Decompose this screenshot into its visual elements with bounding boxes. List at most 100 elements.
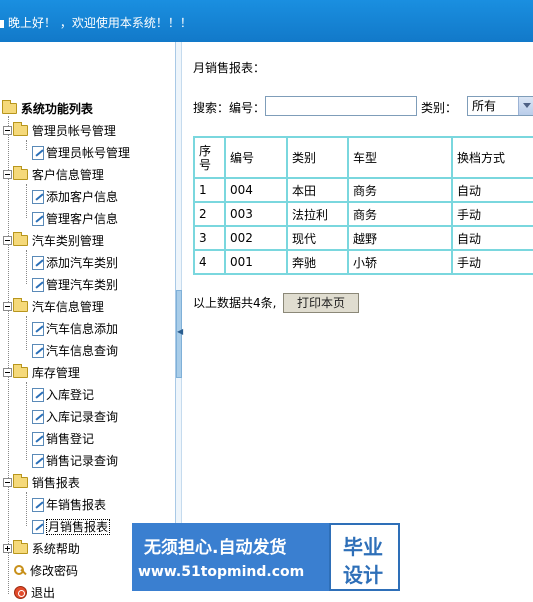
sidebar-toggle-handle[interactable]: ◀ bbox=[176, 290, 183, 378]
edit-icon bbox=[32, 388, 44, 402]
column-header-model: 车型 bbox=[347, 136, 453, 179]
tree-item-manage-customer[interactable]: 管理客户信息 bbox=[32, 210, 118, 228]
table-row: 3 002 现代 越野 自动 bbox=[193, 225, 533, 251]
tree-item-sales-query[interactable]: 销售记录查询 bbox=[32, 452, 118, 470]
tree-item-query-car-info[interactable]: 汽车信息查询 bbox=[32, 342, 118, 360]
tree-group-label: 汽车信息管理 bbox=[31, 300, 104, 314]
tree-item-logout[interactable]: 退出 bbox=[14, 584, 55, 602]
sidebar: 系统功能列表 管理员帐号管理 管理员帐号管理 客户信息管理 添加客户信息 管理客… bbox=[0, 42, 176, 600]
collapse-icon[interactable] bbox=[3, 478, 12, 487]
banner-marker-icon bbox=[0, 19, 4, 28]
type-label: 类别： bbox=[421, 101, 458, 115]
main-content: 月销售报表： 搜索： 编号： 类别： 所有 序号 编号 类别 车型 换档方式 1 bbox=[183, 42, 533, 591]
cell-code: 004 bbox=[224, 177, 288, 203]
tree-root-label: 系统功能列表 bbox=[20, 102, 93, 116]
tree-item-stock-in[interactable]: 入库登记 bbox=[32, 386, 94, 404]
tree-item-label: 月销售报表 bbox=[46, 519, 111, 535]
cell-seq: 1 bbox=[193, 177, 226, 203]
tree-item-label: 销售记录查询 bbox=[46, 454, 119, 468]
edit-icon bbox=[32, 410, 44, 424]
tree-group-customer[interactable]: 客户信息管理 bbox=[3, 166, 104, 184]
tree-item-manage-car-type[interactable]: 管理汽车类别 bbox=[32, 276, 118, 294]
welcome-text: 晚上好！ ，欢迎使用本系统！！！ bbox=[8, 16, 192, 30]
tree-item-label: 入库登记 bbox=[46, 388, 95, 402]
tree-item-label: 管理客户信息 bbox=[46, 212, 119, 226]
column-header-code: 编号 bbox=[224, 136, 288, 179]
tree-item-label: 汽车信息添加 bbox=[46, 322, 119, 336]
folder-icon bbox=[13, 474, 28, 488]
welcome-message: 晚上好！ ，欢迎使用本系统！！！ bbox=[0, 14, 192, 31]
tree-item-stock-in-query[interactable]: 入库记录查询 bbox=[32, 408, 118, 426]
print-page-button[interactable]: 打印本页 bbox=[283, 293, 359, 313]
folder-icon bbox=[13, 122, 28, 136]
monthly-sales-table: 序号 编号 类别 车型 换档方式 1 004 本田 商务 自动 2 003 法拉… bbox=[193, 136, 533, 275]
tree-item-label: 年销售报表 bbox=[46, 498, 107, 512]
edit-icon bbox=[32, 278, 44, 292]
code-search-input[interactable] bbox=[265, 96, 417, 116]
search-bar: 搜索： 编号： 类别： 所有 bbox=[193, 95, 533, 119]
tree-item-admin-manage[interactable]: 管理员帐号管理 bbox=[32, 144, 130, 162]
cell-model: 商务 bbox=[347, 177, 453, 203]
tree-item-add-car-info[interactable]: 汽车信息添加 bbox=[32, 320, 118, 338]
tree-item-add-car-type[interactable]: 添加汽车类别 bbox=[32, 254, 118, 272]
cell-seq: 2 bbox=[193, 201, 226, 227]
cell-type: 奔驰 bbox=[286, 249, 349, 275]
table-header-row: 序号 编号 类别 车型 换档方式 bbox=[193, 136, 533, 179]
collapse-icon[interactable] bbox=[3, 236, 12, 245]
tree-group-inventory[interactable]: 库存管理 bbox=[3, 364, 80, 382]
tree-item-label: 管理汽车类别 bbox=[46, 278, 119, 292]
tree-group-label: 汽车类别管理 bbox=[31, 234, 104, 248]
cell-type: 本田 bbox=[286, 177, 349, 203]
table-row: 4 001 奔驰 小轿 手动 bbox=[193, 249, 533, 275]
watermark-right-panel: 毕业 设计 bbox=[329, 523, 400, 591]
cell-type: 现代 bbox=[286, 225, 349, 251]
collapse-icon[interactable] bbox=[3, 126, 12, 135]
column-header-seq-text: 序号 bbox=[199, 143, 212, 172]
watermark-text-bottom: 设计 bbox=[343, 563, 383, 587]
tree-item-annual-report[interactable]: 年销售报表 bbox=[32, 496, 106, 514]
tree-item-change-password[interactable]: 修改密码 bbox=[14, 562, 78, 580]
tree-group-car-info[interactable]: 汽车信息管理 bbox=[3, 298, 104, 316]
table-row: 2 003 法拉利 商务 手动 bbox=[193, 201, 533, 227]
column-header-gear: 换档方式 bbox=[451, 136, 533, 179]
search-label: 搜索： bbox=[193, 101, 230, 115]
cell-code: 002 bbox=[224, 225, 288, 251]
tree-item-sales-register[interactable]: 销售登记 bbox=[32, 430, 94, 448]
expand-icon[interactable] bbox=[3, 544, 12, 553]
tree-group-help[interactable]: 系统帮助 bbox=[3, 540, 80, 558]
folder-icon bbox=[13, 298, 28, 312]
collapse-icon[interactable] bbox=[3, 170, 12, 179]
folder-icon bbox=[2, 100, 17, 114]
cell-code: 001 bbox=[224, 249, 288, 275]
column-header-type: 类别 bbox=[286, 136, 349, 179]
cell-seq: 4 bbox=[193, 249, 226, 275]
watermark-text-top: 毕业 bbox=[343, 535, 383, 559]
cell-gear: 手动 bbox=[451, 249, 533, 275]
tree-item-monthly-report[interactable]: 月销售报表 bbox=[32, 518, 111, 536]
tree-root[interactable]: 系统功能列表 bbox=[2, 100, 93, 118]
tree-group-label: 客户信息管理 bbox=[31, 168, 104, 182]
collapse-icon[interactable] bbox=[3, 368, 12, 377]
type-select-value: 所有 bbox=[472, 99, 497, 113]
chevron-down-icon[interactable] bbox=[518, 97, 533, 115]
cell-gear: 自动 bbox=[451, 177, 533, 203]
edit-icon bbox=[32, 344, 44, 358]
tree-group-admin[interactable]: 管理员帐号管理 bbox=[3, 122, 116, 140]
type-select[interactable]: 所有 bbox=[467, 96, 533, 116]
tree-item-add-customer[interactable]: 添加客户信息 bbox=[32, 188, 118, 206]
page-title: 月销售报表： bbox=[193, 61, 266, 75]
cell-gear: 手动 bbox=[451, 201, 533, 227]
collapse-icon[interactable] bbox=[3, 302, 12, 311]
table-row: 1 004 本田 商务 自动 bbox=[193, 177, 533, 203]
tree-group-sales-report[interactable]: 销售报表 bbox=[3, 474, 80, 492]
cell-type: 法拉利 bbox=[286, 201, 349, 227]
tree-item-label: 添加客户信息 bbox=[46, 190, 119, 204]
edit-icon bbox=[32, 498, 44, 512]
edit-icon bbox=[32, 146, 44, 160]
tree-group-label: 库存管理 bbox=[31, 366, 80, 380]
watermark-url: www.51topmind.com bbox=[138, 564, 305, 580]
tree-group-label: 系统帮助 bbox=[31, 542, 80, 556]
folder-icon bbox=[13, 166, 28, 180]
folder-icon bbox=[13, 232, 28, 246]
tree-group-car-type[interactable]: 汽车类别管理 bbox=[3, 232, 104, 250]
